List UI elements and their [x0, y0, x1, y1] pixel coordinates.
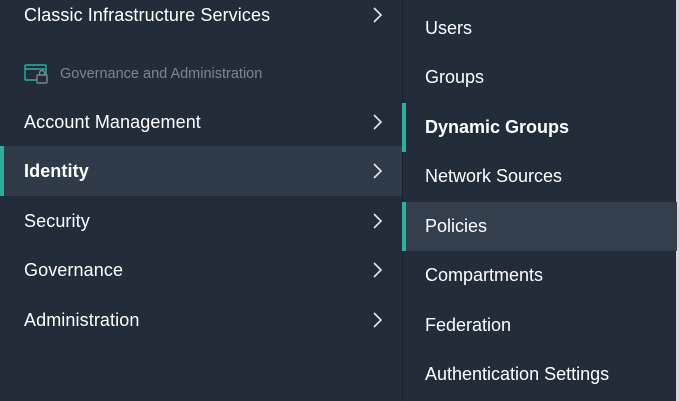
menu-item-classic-infrastructure-services[interactable]: Classic Infrastructure Services [0, 0, 402, 40]
submenu-item-authentication-settings[interactable]: Authentication Settings [402, 350, 677, 399]
submenu-item-label: Authentication Settings [425, 364, 610, 384]
submenu-item-compartments[interactable]: Compartments [402, 251, 677, 300]
submenu-item-label: Users [425, 18, 473, 38]
section-header-label: Governance and Administration [60, 66, 263, 82]
submenu-item-dynamic-groups[interactable]: Dynamic Groups [402, 103, 677, 152]
menu-item-label: Governance [24, 259, 124, 280]
menu-item-governance[interactable]: Governance [0, 245, 402, 295]
menu-item-label: Security [24, 210, 90, 231]
chevron-right-icon [373, 114, 383, 130]
submenu-item-federation[interactable]: Federation [402, 301, 677, 350]
submenu-item-label: Compartments [425, 265, 544, 285]
menu-item-administration[interactable]: Administration [0, 295, 402, 345]
hover-indicator [402, 202, 406, 251]
chevron-right-icon [373, 312, 383, 328]
chevron-right-icon [373, 7, 383, 23]
submenu-item-network-sources[interactable]: Network Sources [402, 152, 677, 201]
submenu-item-label: Groups [425, 67, 485, 87]
menu-item-label: Identity [24, 160, 89, 181]
chevron-right-icon [373, 262, 383, 278]
submenu-item-label: Policies [425, 216, 488, 236]
menu-item-security[interactable]: Security [0, 196, 402, 246]
submenu-item-label: Federation [425, 315, 512, 335]
menu-item-identity[interactable]: Identity [0, 146, 402, 196]
selected-indicator [402, 103, 406, 152]
section-header-governance-administration: Governance and Administration [0, 54, 402, 94]
submenu-item-policies[interactable]: Policies [402, 202, 677, 251]
submenu-item-label: Network Sources [425, 166, 563, 186]
submenu-item-users[interactable]: Users [402, 4, 677, 53]
chevron-right-icon [373, 163, 383, 179]
menu-item-label: Account Management [24, 111, 201, 132]
active-indicator [0, 146, 4, 196]
governance-icon [24, 64, 48, 84]
chevron-right-icon [373, 213, 383, 229]
menu-item-label: Administration [24, 309, 140, 330]
menu-item-account-management[interactable]: Account Management [0, 97, 402, 147]
submenu-item-label: Dynamic Groups [425, 117, 570, 137]
submenu-item-groups[interactable]: Groups [402, 53, 677, 102]
menu-item-label: Classic Infrastructure Services [24, 4, 271, 25]
